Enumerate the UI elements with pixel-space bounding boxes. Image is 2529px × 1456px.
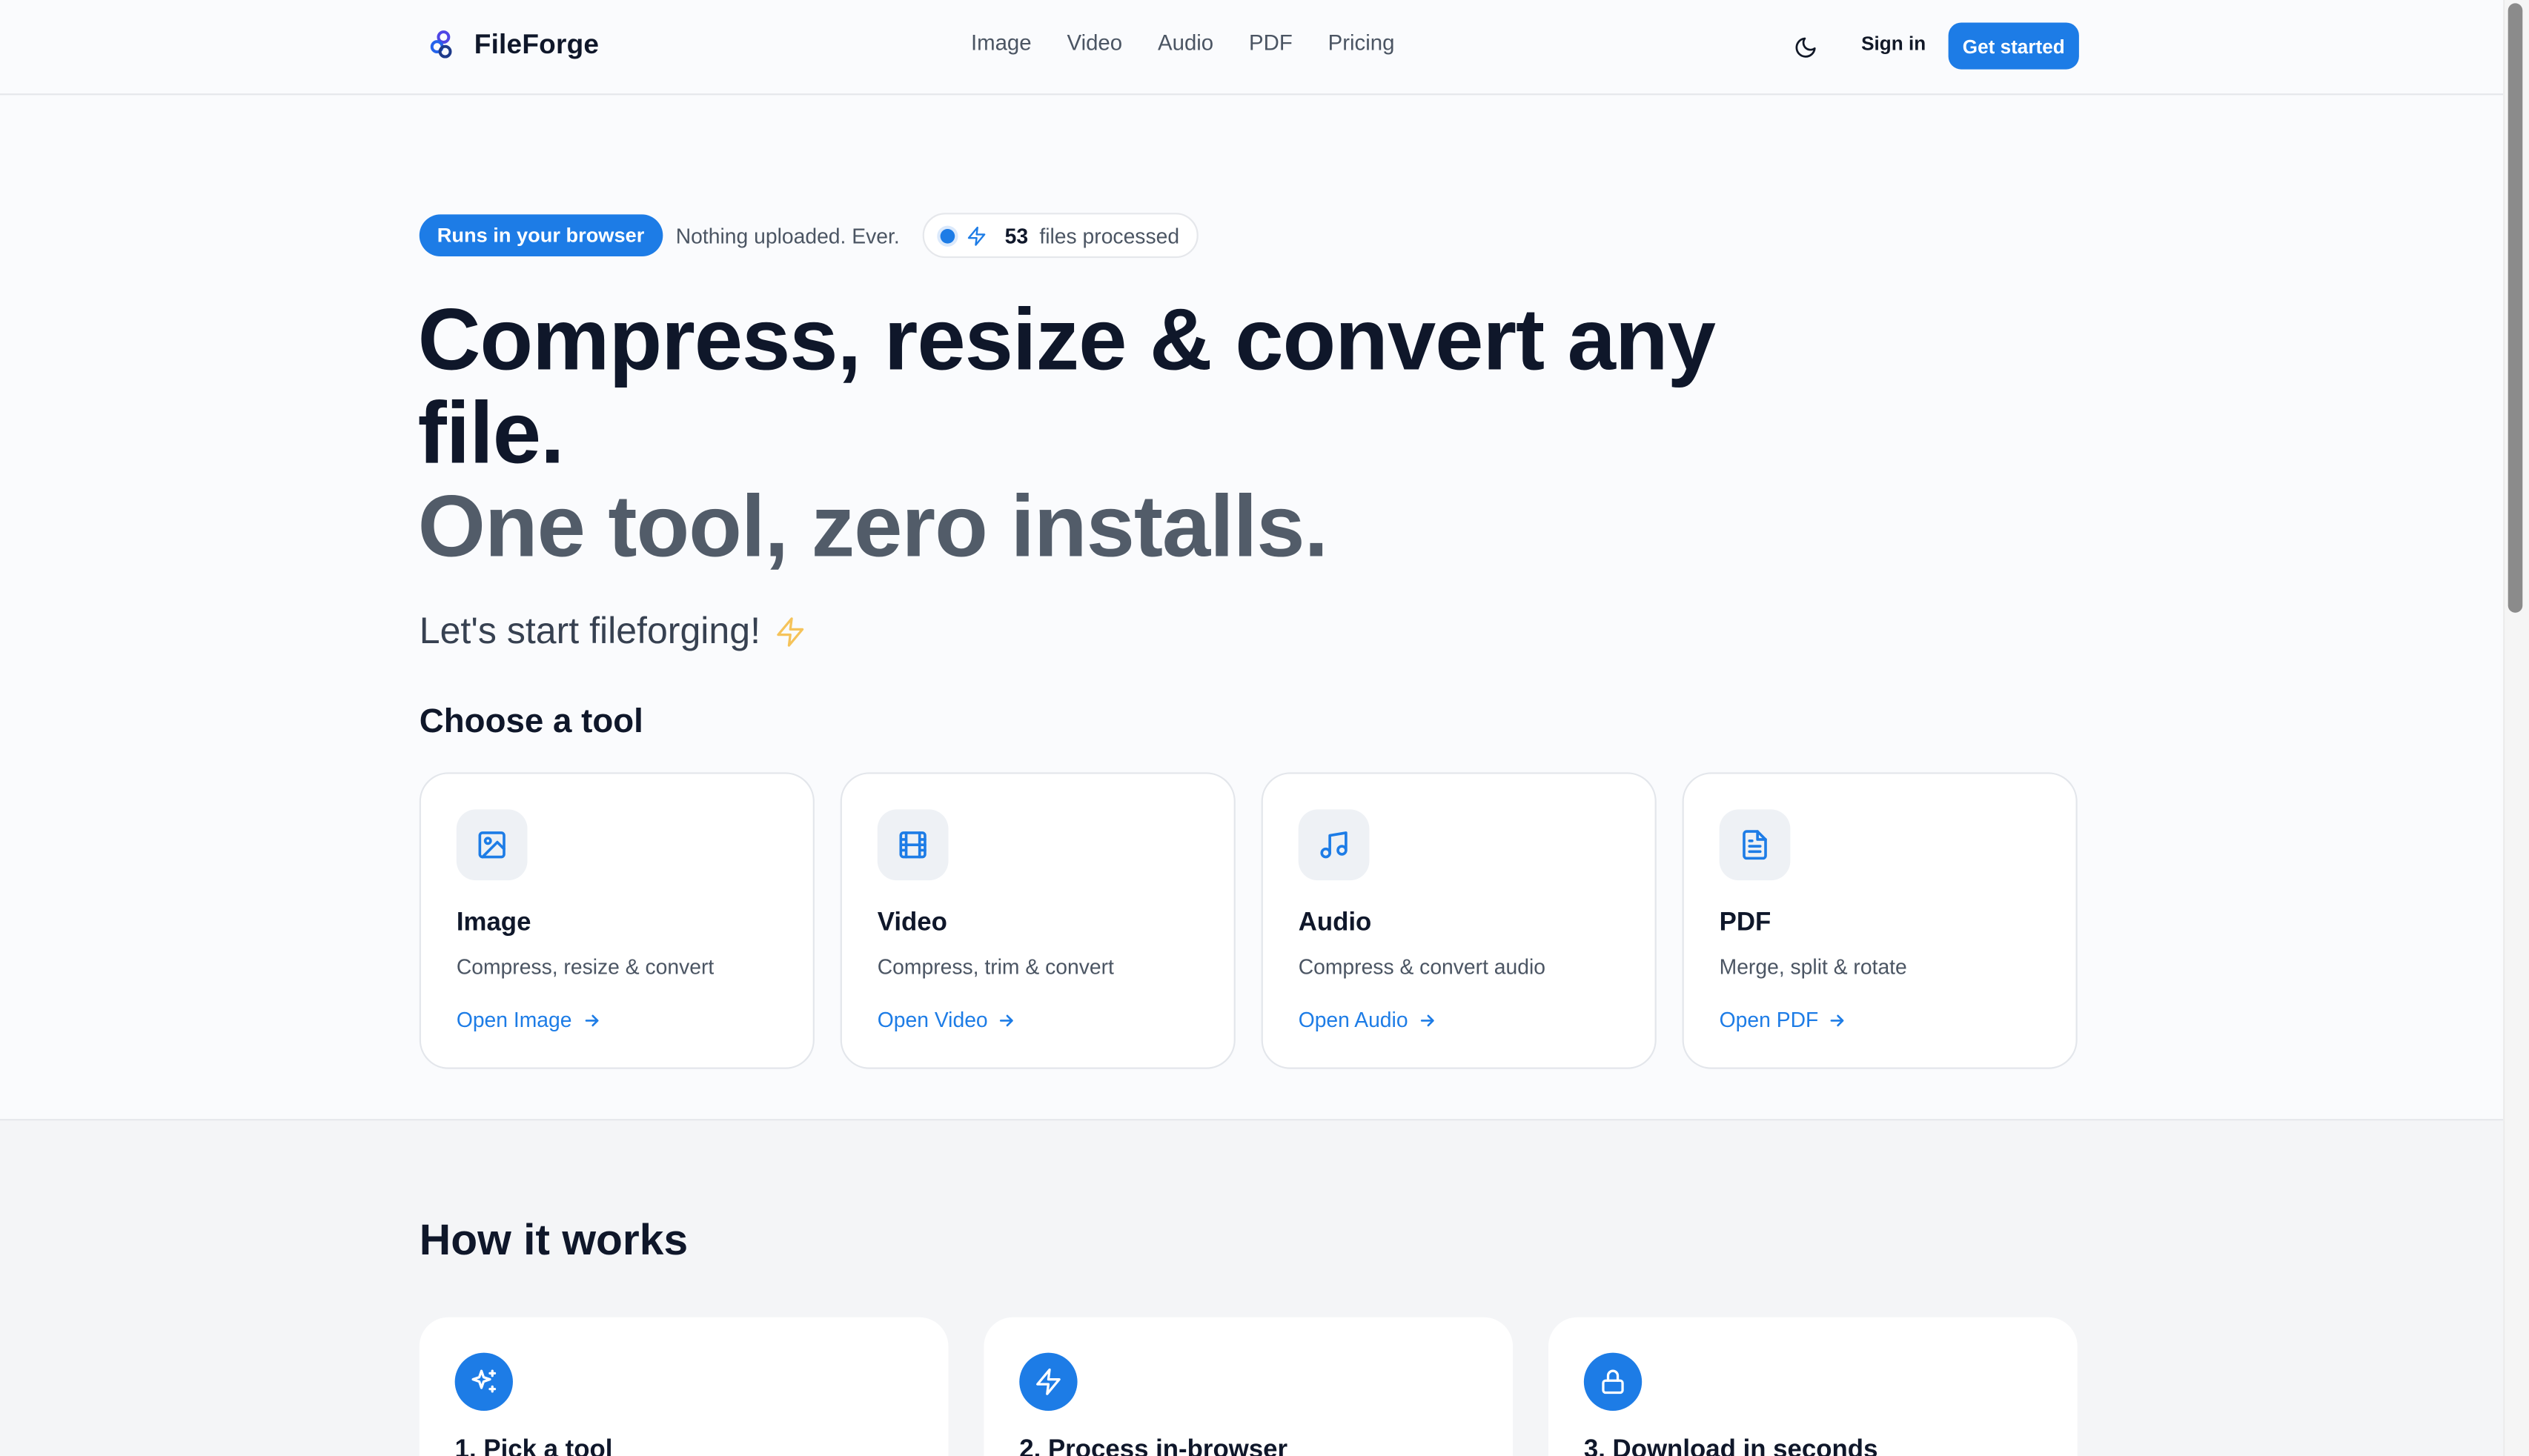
page: FileForge Image Video Audio PDF Pricing … xyxy=(0,0,2529,1456)
nav-item-video[interactable]: Video xyxy=(1067,30,1123,55)
nav-item-pdf[interactable]: PDF xyxy=(1249,30,1293,55)
runs-in-browser-badge: Runs in your browser xyxy=(419,214,663,256)
open-image-link[interactable]: Open Image xyxy=(457,1008,601,1032)
step-icon-wrapper xyxy=(1019,1352,1078,1412)
files-label: files processed xyxy=(1039,223,1180,248)
main-nav: Image Video Audio PDF Pricing xyxy=(971,30,1394,55)
zap-icon xyxy=(1036,1368,1061,1395)
open-link-label: Open Audio xyxy=(1298,1008,1408,1032)
tool-icon-wrapper xyxy=(877,809,949,881)
tool-title: Audio xyxy=(1298,909,1372,937)
tool-card-image[interactable]: Image Compress, resize & convert Open Im… xyxy=(419,772,815,1069)
tagline-text: Let's start fileforging! xyxy=(419,609,760,652)
brand[interactable]: FileForge xyxy=(425,27,599,63)
step-card-download: 3. Download in seconds xyxy=(1548,1317,2078,1456)
tool-description: Compress, trim & convert xyxy=(877,954,1114,979)
get-started-button[interactable]: Get started xyxy=(1948,22,2079,70)
step-title: 3. Download in seconds xyxy=(1583,1436,1878,1456)
open-pdf-link[interactable]: Open PDF xyxy=(1720,1008,1848,1032)
tool-description: Compress, resize & convert xyxy=(456,954,715,979)
step-icon-wrapper xyxy=(454,1352,513,1412)
tool-description: Compress & convert audio xyxy=(1298,954,1546,979)
tool-icon-wrapper xyxy=(1719,809,1791,881)
files-count: 53 xyxy=(1004,223,1029,248)
step-title: 1. Pick a tool xyxy=(454,1436,613,1456)
step-card-process: 2. Process in-browser xyxy=(984,1317,1514,1456)
hero-title-muted: One tool, zero installs. xyxy=(417,479,1329,576)
fileforge-logo-icon xyxy=(430,30,452,59)
files-processed-counter: 53 files processed xyxy=(922,213,1199,259)
scrollbar-thumb[interactable] xyxy=(2508,3,2523,613)
choose-tool-heading: Choose a tool xyxy=(419,702,643,740)
sparkles-icon xyxy=(471,1369,497,1393)
sign-in-link[interactable]: Sign in xyxy=(1861,33,1926,55)
arrow-right-icon xyxy=(1000,1014,1014,1026)
step-title: 2. Process in-browser xyxy=(1019,1436,1288,1456)
live-dot-icon xyxy=(940,227,955,243)
arrow-right-icon xyxy=(1420,1014,1434,1026)
tool-card-video[interactable]: Video Compress, trim & convert Open Vide… xyxy=(840,772,1236,1069)
music-icon xyxy=(1320,831,1348,859)
tool-icon-wrapper xyxy=(456,809,528,881)
top-header: FileForge Image Video Audio PDF Pricing … xyxy=(0,0,2504,96)
open-link-label: Open PDF xyxy=(1719,1008,1819,1032)
theme-toggle-button[interactable] xyxy=(1787,29,1823,64)
nav-item-image[interactable]: Image xyxy=(971,30,1032,55)
tool-card-pdf[interactable]: PDF Merge, split & rotate Open PDF xyxy=(1682,772,2078,1069)
tool-icon-wrapper xyxy=(1298,809,1370,881)
step-card-pick-tool: 1. Pick a tool xyxy=(419,1317,949,1456)
open-video-link[interactable]: Open Video xyxy=(878,1008,1017,1032)
open-audio-link[interactable]: Open Audio xyxy=(1299,1008,1437,1032)
hero-tagline: Let's start fileforging! xyxy=(420,610,806,654)
open-link-label: Open Image xyxy=(456,1008,572,1032)
open-link-label: Open Video xyxy=(877,1008,988,1032)
tool-title: PDF xyxy=(1719,909,1771,937)
brand-name: FileForge xyxy=(474,29,600,60)
privacy-note: Nothing uploaded. Ever. xyxy=(675,224,900,249)
film-icon xyxy=(899,831,927,859)
tool-description: Merge, split & rotate xyxy=(1719,954,1907,979)
tool-title: Image xyxy=(456,909,531,937)
moon-icon xyxy=(1794,36,1815,57)
hero-title: Compress, resize & convert any file. xyxy=(417,291,1716,482)
lock-icon xyxy=(1602,1369,1624,1394)
nav-item-audio[interactable]: Audio xyxy=(1158,30,1213,55)
arrow-right-icon xyxy=(584,1014,598,1026)
arrow-right-icon xyxy=(1831,1014,1845,1026)
lightning-icon xyxy=(776,616,803,646)
tool-title: Video xyxy=(877,909,947,937)
step-icon-wrapper xyxy=(1583,1352,1643,1412)
image-icon xyxy=(478,831,506,859)
tool-card-audio[interactable]: Audio Compress & convert audio Open Audi… xyxy=(1261,772,1657,1069)
nav-item-pricing[interactable]: Pricing xyxy=(1328,30,1395,55)
zap-icon xyxy=(967,225,986,245)
how-it-works-heading: How it works xyxy=(419,1215,689,1264)
file-text-icon xyxy=(1743,830,1767,860)
